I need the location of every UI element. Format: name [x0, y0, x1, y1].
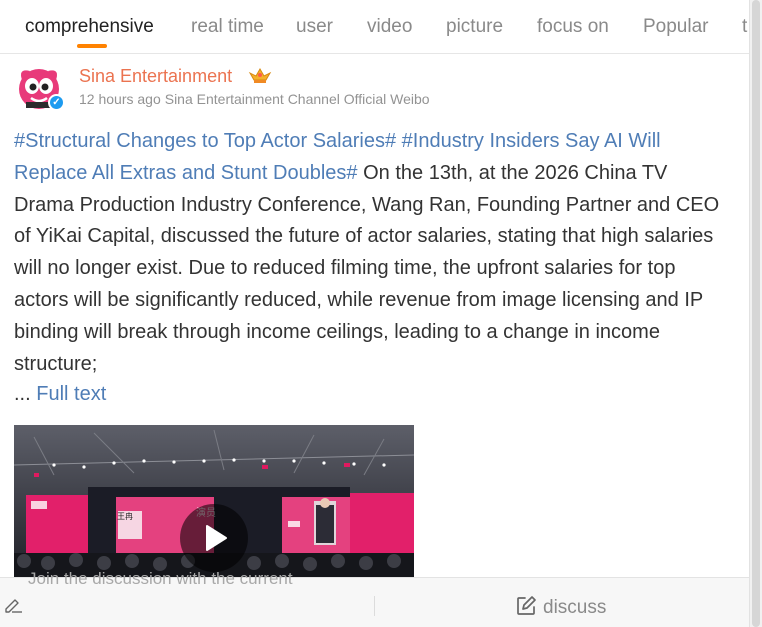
tab-comprehensive[interactable]: comprehensive [25, 16, 154, 38]
search-tab-bar: comprehensive real time user video pictu… [0, 0, 749, 54]
edit-compose-icon [517, 596, 536, 615]
comment-bar: Join the discussion with the current dis… [0, 569, 749, 627]
full-text-link[interactable]: Full text [36, 383, 106, 405]
truncation-line: ... Full text [14, 383, 106, 406]
topic-link-salaries[interactable]: #Structural Changes to Top Actor Salarie… [14, 130, 396, 152]
tab-user[interactable]: user [296, 16, 333, 38]
post-content: #Structural Changes to Top Actor Salarie… [14, 126, 726, 380]
screen-text-name: 王冉 [117, 512, 133, 521]
tab-real-time[interactable]: real time [191, 16, 264, 38]
active-tab-indicator [77, 44, 107, 48]
ellipsis: ... [14, 383, 31, 405]
scrollbar[interactable] [749, 0, 762, 627]
verified-badge-icon: ✓ [48, 94, 65, 111]
tab-focus-on[interactable]: focus on [537, 16, 609, 38]
pencil-icon [5, 599, 22, 613]
comment-input[interactable]: Join the discussion with the current [0, 569, 374, 627]
discuss-label: discuss [543, 597, 607, 618]
crown-badge-icon [248, 67, 272, 83]
tab-topic-truncated[interactable]: t [742, 16, 747, 38]
tab-popular[interactable]: Popular [643, 16, 709, 38]
tab-video[interactable]: video [367, 16, 412, 38]
comment-placeholder: Join the discussion with the current [28, 569, 293, 588]
post-body-text: On the 13th, at the 2026 China TV Drama … [14, 161, 720, 375]
scrollbar-thumb[interactable] [752, 0, 760, 627]
post-time: 12 hours ago [79, 91, 161, 107]
tab-picture[interactable]: picture [446, 16, 503, 38]
post-meta: 12 hours ago Sina Entertainment Channel O… [79, 91, 434, 107]
author-name[interactable]: Sina Entertainment [79, 66, 232, 87]
weibo-post: ✓ Sina Entertainment 12 hours ago Sina En… [0, 54, 749, 577]
video-thumbnail[interactable]: 演员 王冉 [14, 425, 414, 577]
play-button[interactable] [180, 504, 248, 572]
post-source: Sina Entertainment Channel Official Weib… [164, 91, 430, 107]
play-icon [206, 525, 227, 551]
discuss-button[interactable]: discuss [375, 578, 749, 627]
